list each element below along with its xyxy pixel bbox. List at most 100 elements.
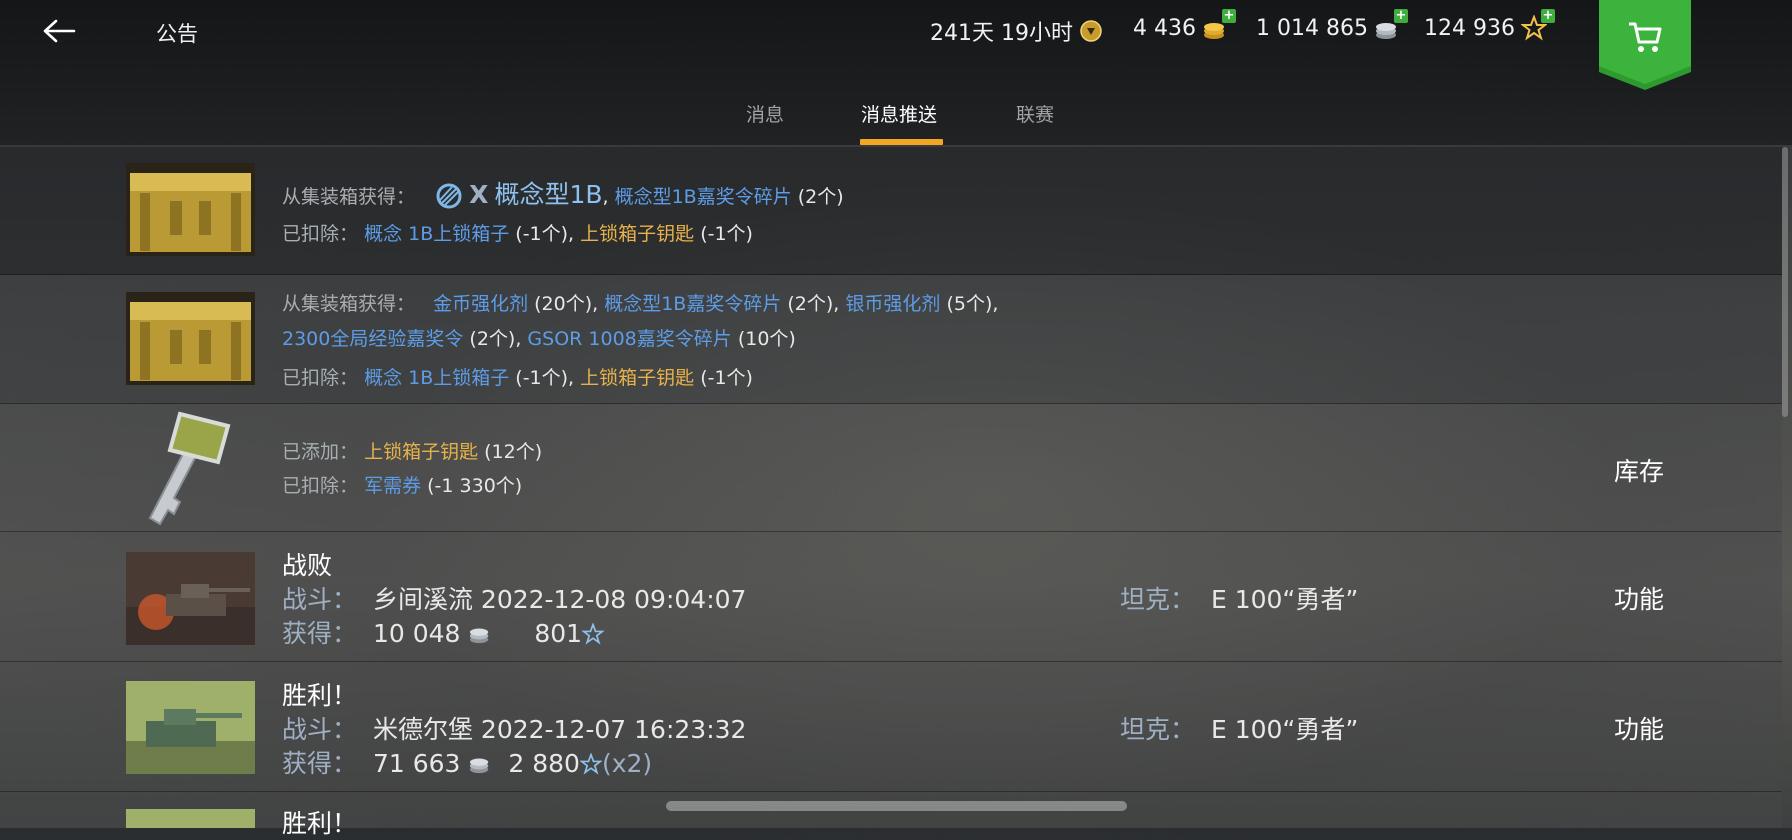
row-line: 已扣除： 概念 1B上锁箱子 (-1个), 上锁箱子钥匙 (-1个) xyxy=(282,219,753,246)
quantity: (2个) xyxy=(797,186,844,208)
premium-time-display[interactable]: 241天 19小时 xyxy=(930,15,1103,47)
silver-coins-icon xyxy=(470,628,489,644)
battle-result: 战败 xyxy=(282,551,333,580)
quantity: (-1个), xyxy=(515,223,575,245)
container-chest-thumbnail xyxy=(126,292,255,385)
label-earned: 获得： xyxy=(282,619,358,648)
back-button[interactable] xyxy=(38,12,80,50)
list-item[interactable]: 战败 战斗： 乡间溪流 2022-12-08 09:04:07 获得： 10 0… xyxy=(0,532,1782,662)
battle-thumbnail xyxy=(126,552,255,645)
item-link[interactable]: 概念型1B嘉奖令碎片 xyxy=(615,186,792,208)
item-link[interactable]: GSOR 1008嘉奖令碎片 xyxy=(527,328,731,350)
xp-earned: 801 xyxy=(534,619,583,648)
label-earned: 获得： xyxy=(282,749,358,778)
row-line: 从集装箱获得： 金币强化剂 (20个), 概念型1B嘉奖令碎片 (2个), 银币… xyxy=(282,289,998,316)
row-line: 已扣除： 概念 1B上锁箱子 (-1个), 上锁箱子钥匙 (-1个) xyxy=(282,363,753,390)
tier-badge-icon xyxy=(436,183,462,209)
tank-name: E 100“勇者” xyxy=(1210,715,1359,744)
list-item[interactable]: 从集装箱获得： 金币强化剂 (20个), 概念型1B嘉奖令碎片 (2个), 银币… xyxy=(0,275,1782,404)
label-obtained: 从集装箱获得： xyxy=(282,293,416,315)
tab-league[interactable]: 联赛 xyxy=(1016,100,1054,127)
quantity: (-1个), xyxy=(515,367,575,389)
item-link[interactable]: 银币强化剂 xyxy=(845,293,940,315)
shop-button[interactable] xyxy=(1599,0,1691,90)
xp-multiplier: (x2) xyxy=(601,749,653,778)
list-item[interactable]: 胜利！ 战斗： 米德尔堡 2022-12-07 16:23:32 获得： 71 … xyxy=(0,662,1782,792)
row-line: 战斗： 米德尔堡 2022-12-07 16:23:32 xyxy=(282,710,746,746)
label-deducted: 已扣除： xyxy=(282,367,359,389)
buy-gold-plus-icon[interactable]: + xyxy=(1221,9,1236,23)
gold-display[interactable]: 4 436 + xyxy=(1133,9,1236,41)
tab-messages[interactable]: 消息 xyxy=(746,100,784,127)
silver-coins-icon: + xyxy=(1374,9,1408,41)
label-deducted: 已扣除： xyxy=(282,223,359,245)
item-link[interactable]: 上锁箱子钥匙 xyxy=(580,367,694,389)
label-tank: 坦克： xyxy=(1120,585,1196,614)
row-line: 获得： 71 663 2 880 (x2) xyxy=(282,744,652,780)
vehicle-link[interactable]: 概念型1B xyxy=(494,180,602,209)
credits-display[interactable]: 1 014 865 + xyxy=(1256,9,1408,41)
quantity: (12个) xyxy=(484,441,543,463)
battle-thumbnail xyxy=(126,809,255,828)
row-line: 从集装箱获得： X 概念型1B, 概念型1B嘉奖令碎片 (2个) xyxy=(282,175,844,211)
label-tank: 坦克： xyxy=(1120,715,1196,744)
label-battle: 战斗： xyxy=(282,585,358,614)
silver-coins-icon xyxy=(470,758,489,774)
battle-result: 胜利！ xyxy=(282,681,358,710)
home-indicator xyxy=(666,801,1127,811)
item-link[interactable]: 金币强化剂 xyxy=(433,293,528,315)
credits-earned: 10 048 xyxy=(372,619,461,648)
quantity: (-1 330个) xyxy=(427,475,523,497)
quantity: (2个), xyxy=(469,328,522,350)
xp-earned: 2 880 xyxy=(508,749,580,778)
row-line: 已扣除： 军需券 (-1 330个) xyxy=(282,471,522,498)
buy-credits-plus-icon[interactable]: + xyxy=(1393,9,1408,23)
label-deducted: 已扣除： xyxy=(282,475,359,497)
star-xp-icon: + xyxy=(1520,9,1555,41)
separator: , xyxy=(602,186,609,208)
row-line: 获得： 10 048 801 xyxy=(282,614,605,650)
map-and-time: 乡间溪流 2022-12-08 09:04:07 xyxy=(372,585,747,614)
list-item[interactable]: 已添加： 上锁箱子钥匙 (12个) 已扣除： 军需券 (-1 330个) 库存 xyxy=(0,404,1782,532)
label-added: 已添加： xyxy=(282,441,359,463)
buy-xp-plus-icon[interactable]: + xyxy=(1540,9,1555,23)
item-link[interactable]: 概念 1B上锁箱子 xyxy=(364,223,509,245)
item-link[interactable]: 2300全局经验嘉奖令 xyxy=(282,328,463,350)
row-line: 2300全局经验嘉奖令 (2个), GSOR 1008嘉奖令碎片 (10个) xyxy=(282,324,796,351)
credits-value: 1 014 865 xyxy=(1256,15,1368,41)
gold-value: 4 436 xyxy=(1133,15,1196,41)
function-button[interactable]: 功能 xyxy=(1614,710,1664,746)
cart-icon xyxy=(1629,22,1662,52)
item-link[interactable]: 概念型1B嘉奖令碎片 xyxy=(604,293,781,315)
quantity: (-1个) xyxy=(700,223,753,245)
item-link[interactable]: 上锁箱子钥匙 xyxy=(364,441,478,463)
inventory-button[interactable]: 库存 xyxy=(1614,452,1664,488)
premium-time-value: 241天 19小时 xyxy=(930,21,1073,46)
quantity: (-1个) xyxy=(700,367,753,389)
back-arrow-icon xyxy=(43,19,76,43)
quantity: (2个), xyxy=(787,293,840,315)
label-battle: 战斗： xyxy=(282,715,358,744)
tier-label: X xyxy=(469,180,489,209)
free-xp-value: 124 936 xyxy=(1424,15,1515,41)
star-xp-icon xyxy=(579,752,603,775)
item-link[interactable]: 上锁箱子钥匙 xyxy=(580,223,694,245)
tank-info: 坦克： E 100“勇者” xyxy=(1120,710,1358,746)
free-xp-display[interactable]: 124 936 + xyxy=(1424,9,1555,41)
list-item[interactable]: 从集装箱获得： X 概念型1B, 概念型1B嘉奖令碎片 (2个) 已扣除： 概念… xyxy=(0,147,1782,275)
premium-icon xyxy=(1080,20,1102,42)
vertical-scrollbar[interactable] xyxy=(1782,147,1788,417)
page-title: 公告 xyxy=(156,22,198,46)
tank-info: 坦克： E 100“勇者” xyxy=(1120,580,1358,616)
key-icon xyxy=(148,411,231,526)
tab-push-messages[interactable]: 消息推送 xyxy=(861,100,937,127)
quantity: (5个), xyxy=(946,293,999,315)
gold-coins-icon: + xyxy=(1202,9,1236,41)
function-button[interactable]: 功能 xyxy=(1614,580,1664,616)
item-link[interactable]: 概念 1B上锁箱子 xyxy=(364,367,509,389)
container-chest-thumbnail xyxy=(126,163,255,256)
credits-earned: 71 663 xyxy=(372,749,461,778)
item-link[interactable]: 军需券 xyxy=(364,475,421,497)
star-xp-icon xyxy=(581,622,605,645)
battle-thumbnail xyxy=(126,681,255,774)
